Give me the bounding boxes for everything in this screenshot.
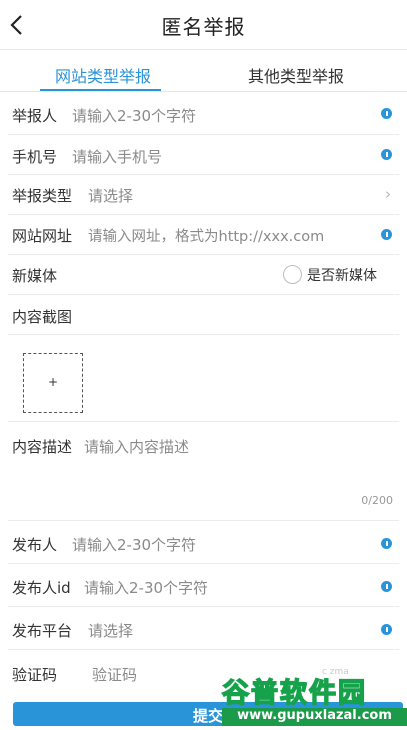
captcha-label: 验证码 <box>12 666 58 684</box>
info-icon <box>381 149 392 160</box>
new-media-radio[interactable] <box>283 265 302 284</box>
tab-other-report[interactable]: 其他类型举报 <box>248 63 344 87</box>
report-type-label: 举报类型 <box>12 187 73 205</box>
info-icon <box>381 538 392 549</box>
info-icon <box>381 229 392 240</box>
description-label: 内容描述 <box>12 438 73 456</box>
description-row[interactable]: 内容描述 请输入内容描述 0/200 <box>8 421 399 521</box>
platform-row[interactable]: 发布平台 请选择 <box>8 607 399 650</box>
description-textarea[interactable]: 请输入内容描述 <box>84 436 189 457</box>
publisher-label: 发布人 <box>12 536 58 554</box>
tab-website-report[interactable]: 网站类型举报 <box>55 63 151 87</box>
watermark-brand: 谷普软件园 <box>221 677 367 710</box>
platform-label: 发布平台 <box>12 622 73 640</box>
platform-select[interactable]: 请选择 <box>88 620 133 641</box>
reporter-label: 举报人 <box>12 107 58 125</box>
publisher-input[interactable]: 请输入2-30个字符 <box>72 534 196 555</box>
reporter-input[interactable]: 请输入2-30个字符 <box>72 105 196 126</box>
chevron-right-icon: › <box>385 185 391 203</box>
captcha-input[interactable]: 验证码 <box>92 664 137 685</box>
info-icon <box>381 581 392 592</box>
phone-input[interactable]: 请输入手机号 <box>72 146 162 167</box>
active-tab-underline <box>40 89 161 91</box>
publisher-row[interactable]: 发布人 请输入2-30个字符 <box>8 521 399 564</box>
website-input[interactable]: 请输入网址，格式为http://xxx.com <box>88 225 324 246</box>
watermark: c zma 谷普软件园 www.gupuxlazal.com <box>221 667 407 730</box>
publisher-id-input[interactable]: 请输入2-30个字符 <box>84 577 208 598</box>
phone-label: 手机号 <box>12 148 58 166</box>
tab-bar: 网站类型举报 其他类型举报 <box>0 50 407 92</box>
new-media-option-label[interactable]: 是否新媒体 <box>307 265 377 285</box>
upload-image-button[interactable]: + <box>23 353 83 413</box>
watermark-url: www.gupuxlazal.com <box>222 708 407 726</box>
website-row[interactable]: 网站网址 请输入网址，格式为http://xxx.com <box>8 215 399 255</box>
phone-row[interactable]: 手机号 请输入手机号 <box>8 135 399 175</box>
new-media-row: 新媒体 是否新媒体 <box>8 255 399 295</box>
char-counter: 0/200 <box>361 494 393 507</box>
report-type-row[interactable]: 举报类型 请选择 › <box>8 175 399 215</box>
report-type-select[interactable]: 请选择 <box>88 185 133 206</box>
reporter-row[interactable]: 举报人 请输入2-30个字符 <box>8 93 399 135</box>
header-bar: 匿名举报 <box>0 0 407 50</box>
screenshot-label: 内容截图 <box>12 308 73 326</box>
publisher-id-row[interactable]: 发布人id 请输入2-30个字符 <box>8 564 399 607</box>
info-icon <box>381 108 392 119</box>
plus-icon: + <box>47 375 59 389</box>
screenshot-row: 内容截图 <box>8 295 399 335</box>
publisher-id-label: 发布人id <box>12 579 71 597</box>
info-icon <box>381 624 392 635</box>
page-title: 匿名举报 <box>161 15 246 39</box>
website-label: 网站网址 <box>12 227 73 245</box>
new-media-label: 新媒体 <box>12 267 58 285</box>
